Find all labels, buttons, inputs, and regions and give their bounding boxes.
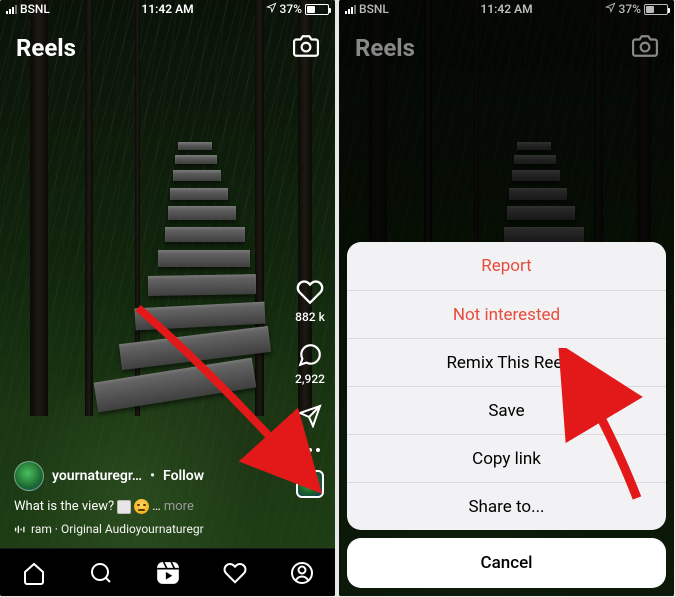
search-icon xyxy=(89,561,113,585)
separator-dot: • xyxy=(150,468,155,484)
battery-icon xyxy=(644,4,668,15)
carrier-label: BSNL xyxy=(20,2,50,16)
page-title: Reels xyxy=(16,34,76,62)
heart-outline-icon xyxy=(223,561,247,585)
caption-more[interactable]: more xyxy=(164,499,194,514)
nav-profile[interactable] xyxy=(288,559,316,587)
caption[interactable]: What is the view? … more xyxy=(14,499,275,514)
sheet-copy-link[interactable]: Copy link xyxy=(347,434,666,482)
comment-icon xyxy=(297,342,323,368)
sheet-share-to[interactable]: Share to... xyxy=(347,482,666,530)
reel-info: yournaturegr… • Follow What is the view?… xyxy=(14,461,275,536)
signal-icon xyxy=(345,4,356,14)
audio-label: ram · Original Audioyournaturegr xyxy=(31,522,204,536)
sheet-report[interactable]: Report xyxy=(347,242,666,290)
signal-icon xyxy=(6,4,17,14)
location-services-icon xyxy=(266,2,277,16)
phone-right: BSNL 11:42 AM 37% Reels ♪al Audioyournat… xyxy=(339,0,674,596)
nav-activity[interactable] xyxy=(221,559,249,587)
emoji-face-icon xyxy=(134,499,149,514)
camera-icon[interactable] xyxy=(632,33,658,63)
carrier-label: BSNL xyxy=(359,2,389,16)
comment-count: 2,922 xyxy=(295,372,325,386)
heart-icon xyxy=(296,278,324,306)
audio-bars-icon xyxy=(14,524,25,535)
emoji-placeholder-icon xyxy=(117,500,131,514)
page-title: Reels xyxy=(355,34,415,62)
avatar[interactable] xyxy=(14,461,44,491)
reels-icon xyxy=(155,560,181,586)
nav-reels[interactable] xyxy=(154,559,182,587)
action-rail: 882 k 2,922 xyxy=(295,278,325,498)
nav-home[interactable] xyxy=(20,559,48,587)
reels-header: Reels xyxy=(339,26,674,70)
status-bar: BSNL 11:42 AM 37% xyxy=(339,0,674,18)
location-services-icon xyxy=(605,2,616,16)
share-icon xyxy=(298,404,322,428)
sheet-cancel[interactable]: Cancel xyxy=(347,538,666,588)
sheet-not-interested[interactable]: Not interested xyxy=(347,290,666,338)
share-button[interactable] xyxy=(298,404,322,428)
audio-row[interactable]: ram · Original Audioyournaturegr xyxy=(14,522,275,536)
comment-button[interactable]: 2,922 xyxy=(295,342,325,386)
camera-icon[interactable] xyxy=(293,33,319,63)
like-count: 882 k xyxy=(295,310,325,324)
phone-left: BSNL 11:42 AM 37% Reels 882 k xyxy=(0,0,335,596)
clock: 11:42 AM xyxy=(480,2,532,16)
follow-button[interactable]: Follow xyxy=(163,468,204,484)
like-button[interactable]: 882 k xyxy=(295,278,325,324)
sheet-remix[interactable]: Remix This Reel xyxy=(347,338,666,386)
audio-thumbnail[interactable] xyxy=(296,470,324,498)
battery-percent: 37% xyxy=(619,2,641,16)
bottom-nav xyxy=(0,548,335,596)
sheet-save[interactable]: Save xyxy=(347,386,666,434)
ellipsis-icon xyxy=(300,448,320,452)
reels-header: Reels xyxy=(0,26,335,70)
action-sheet: Report Not interested Remix This Reel Sa… xyxy=(347,242,666,588)
profile-icon xyxy=(290,561,314,585)
more-options-button[interactable] xyxy=(300,446,320,452)
username[interactable]: yournaturegr… xyxy=(52,468,142,484)
nav-search[interactable] xyxy=(87,559,115,587)
caption-text: What is the view? xyxy=(14,499,114,514)
battery-percent: 37% xyxy=(280,2,302,16)
home-icon xyxy=(22,561,46,585)
battery-icon xyxy=(305,4,329,15)
clock: 11:42 AM xyxy=(141,2,193,16)
status-bar: BSNL 11:42 AM 37% xyxy=(0,0,335,18)
